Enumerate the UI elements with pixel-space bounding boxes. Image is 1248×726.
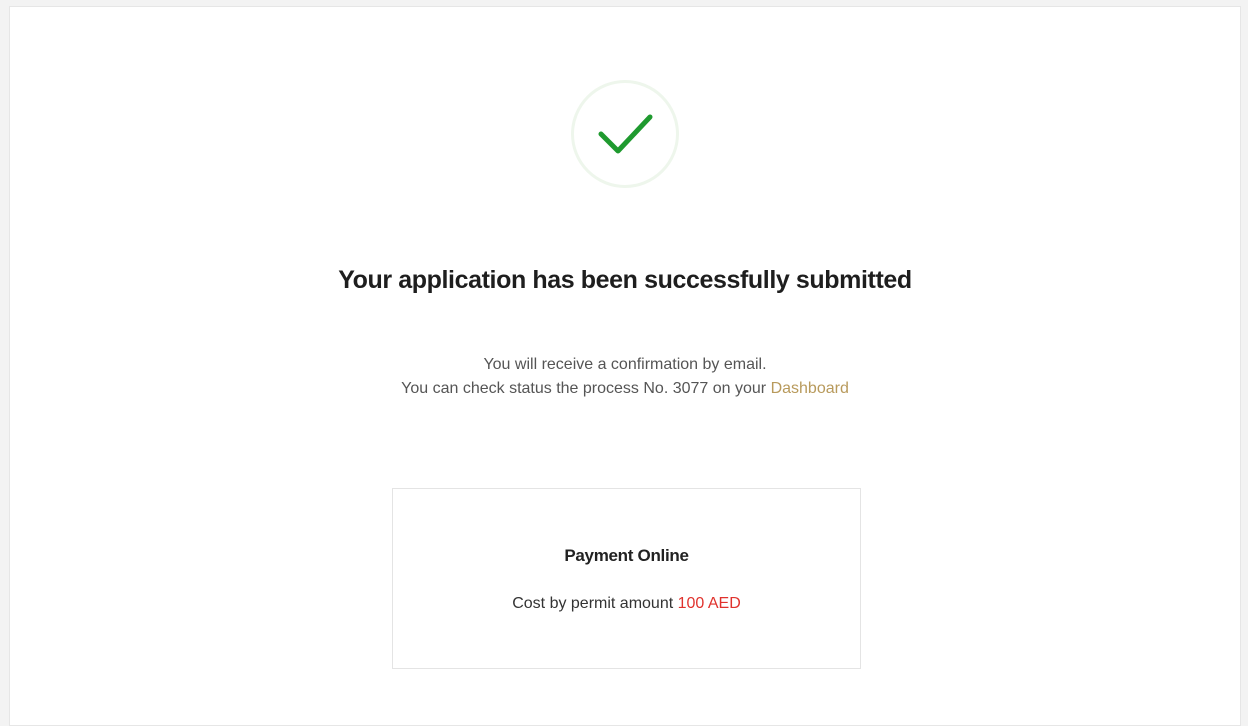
payment-cost: Cost by permit amount 100 AED [393,595,860,613]
status-check-text: You can check status the process No. 307… [10,377,1240,401]
payment-panel: Payment Online Cost by permit amount 100… [392,488,861,669]
page-title: Your application has been successfully s… [338,266,912,294]
payment-title: Payment Online [564,546,689,565]
cost-label: Cost by permit amount [512,595,678,612]
success-badge [571,80,679,188]
email-confirmation-text: You will receive a confirmation by email… [483,356,767,373]
checkmark-icon [598,114,653,154]
dashboard-link[interactable]: Dashboard [771,380,849,397]
cost-amount: 100 AED [677,595,741,612]
confirmation-card: Your application has been successfully s… [9,6,1241,726]
status-check-prefix: You can check status the process No. 307… [401,380,771,397]
confirmation-message: You will receive a confirmation by email… [10,353,1240,401]
